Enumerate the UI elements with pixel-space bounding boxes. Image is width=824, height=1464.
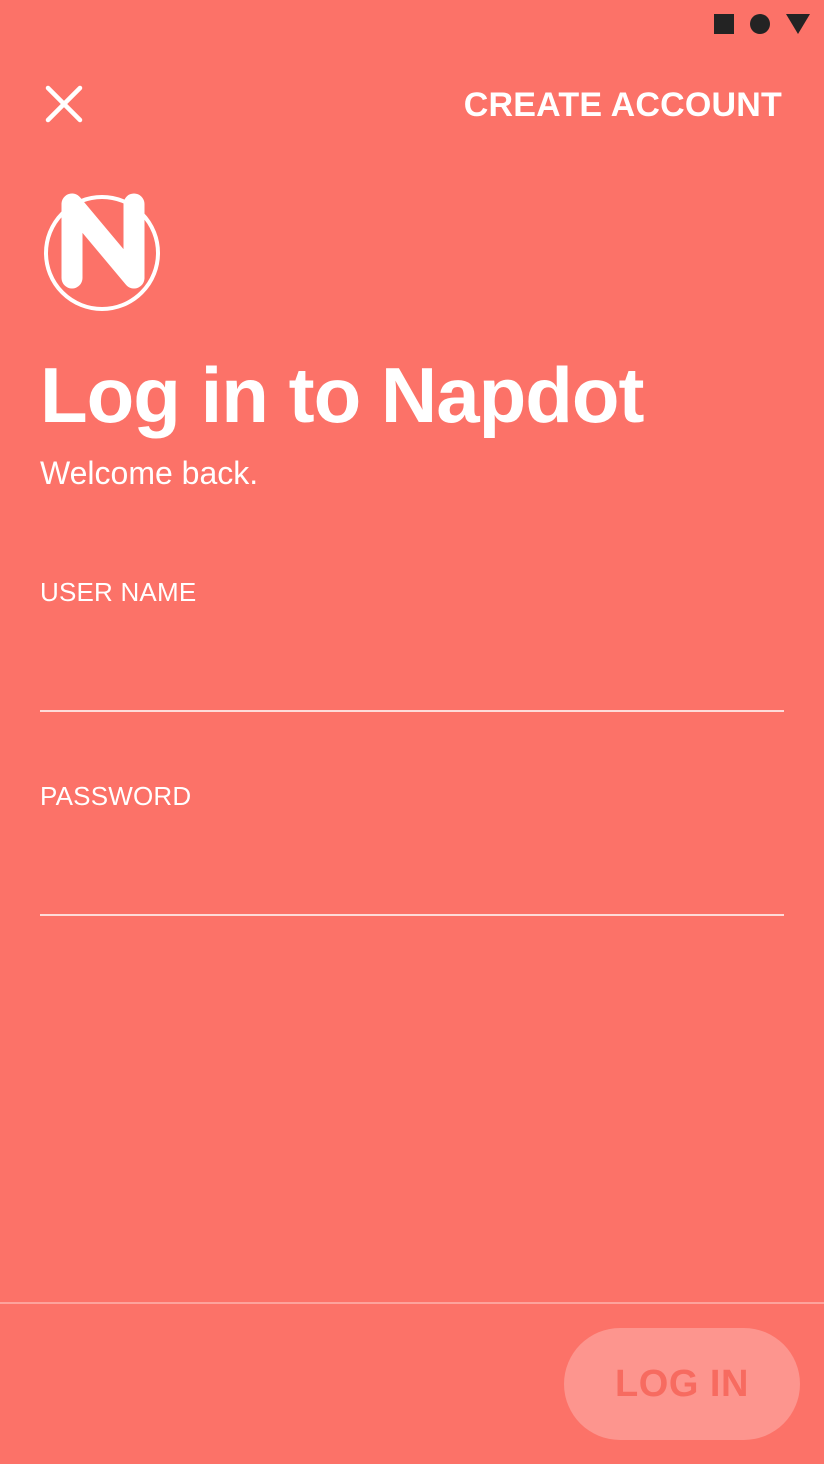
napdot-logo-icon <box>42 192 164 314</box>
username-label: USER NAME <box>40 577 197 607</box>
page-title: Log in to Napdot <box>40 351 645 439</box>
signal-icon <box>786 14 810 34</box>
close-button[interactable] <box>36 76 92 132</box>
record-icon <box>750 14 770 34</box>
create-account-link[interactable]: CREATE ACCOUNT <box>464 86 782 125</box>
login-button[interactable]: LOG IN <box>564 1328 800 1440</box>
username-input[interactable] <box>40 656 784 712</box>
page-subtitle: Welcome back. <box>40 455 259 491</box>
status-bar <box>714 12 810 36</box>
password-label: PASSWORD <box>40 781 192 811</box>
close-icon <box>45 85 83 123</box>
footer-divider <box>0 1302 824 1304</box>
stop-icon <box>714 14 734 34</box>
password-input[interactable] <box>40 860 784 916</box>
